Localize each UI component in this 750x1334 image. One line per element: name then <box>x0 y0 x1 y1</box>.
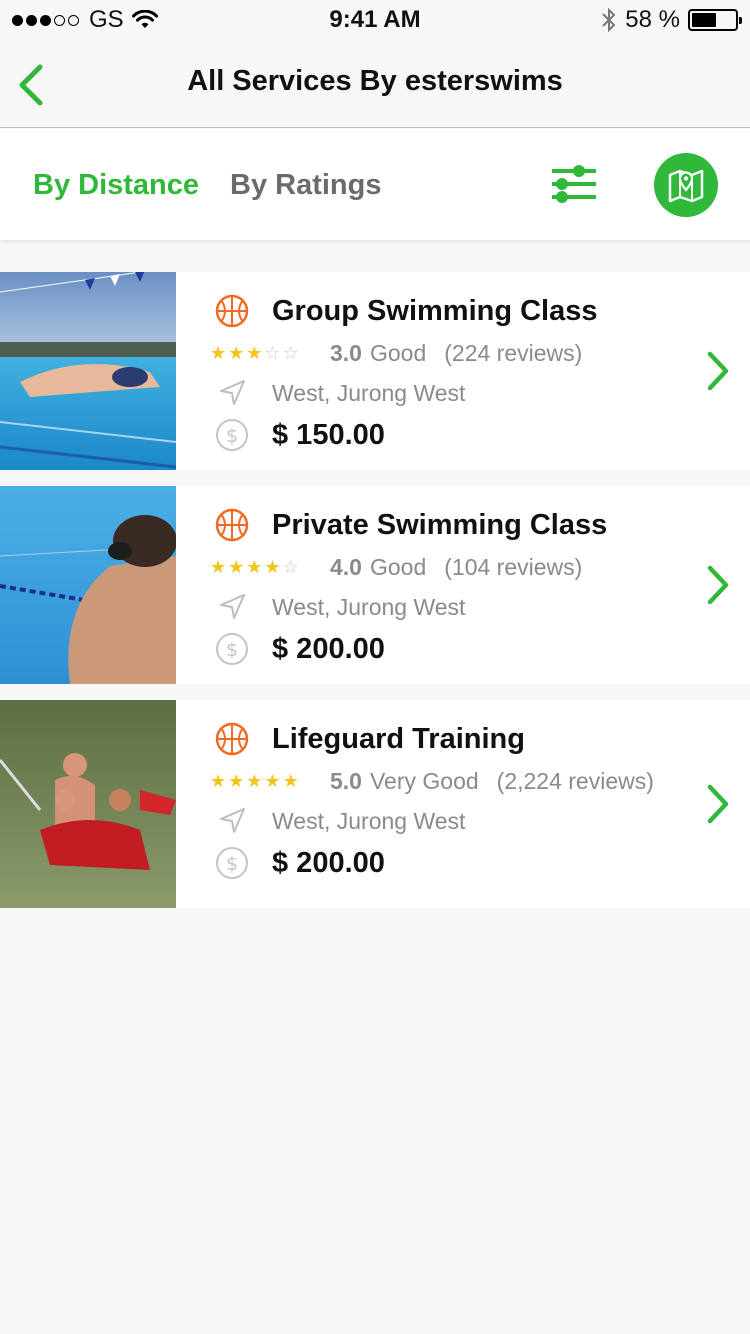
service-price-row: $ $ 200.00 <box>210 846 385 880</box>
star-rating: ★★★★☆ <box>210 557 312 578</box>
chevron-right-icon[interactable] <box>702 782 732 826</box>
status-bar: GS 9:41 AM 58 % <box>0 0 750 40</box>
service-price: $ 200.00 <box>272 632 385 665</box>
chevron-right-icon[interactable] <box>702 563 732 607</box>
service-location-row: West, Jurong West <box>210 592 465 622</box>
service-title-row: Lifeguard Training <box>210 722 525 756</box>
service-card[interactable]: Private Swimming Class ★★★★☆ 4.0 Good (1… <box>0 486 750 684</box>
service-title-row: Private Swimming Class <box>210 508 607 542</box>
service-location-row: West, Jurong West <box>210 378 465 408</box>
star-filled-icon: ★ <box>246 771 265 791</box>
map-pin-icon <box>668 169 704 203</box>
basketball-icon <box>215 508 249 542</box>
service-price-row: $ $ 200.00 <box>210 632 385 666</box>
service-rating-row: ★★★★★ 5.0 Very Good (2,224 reviews) <box>210 768 654 795</box>
dollar-icon: $ <box>216 847 248 879</box>
service-list: Group Swimming Class ★★★☆☆ 3.0 Good (224… <box>0 272 750 924</box>
service-location: West, Jurong West <box>272 807 466 834</box>
battery-icon <box>688 9 742 31</box>
location-arrow-icon <box>220 380 245 405</box>
service-title-row: Group Swimming Class <box>210 294 598 328</box>
star-filled-icon: ★ <box>228 343 247 363</box>
service-price-row: $ $ 150.00 <box>210 418 385 452</box>
star-empty-icon: ☆ <box>264 343 283 363</box>
rating-score: 5.0 <box>330 768 362 794</box>
svg-text:$: $ <box>226 639 238 661</box>
star-filled-icon: ★ <box>228 771 247 791</box>
tab-by-distance[interactable]: By Distance <box>33 169 199 202</box>
star-rating: ★★★★★ <box>210 771 312 792</box>
service-price: $ 200.00 <box>272 846 385 879</box>
rating-score: 3.0 <box>330 340 362 366</box>
service-location: West, Jurong West <box>272 593 466 620</box>
star-filled-icon: ★ <box>210 771 229 791</box>
service-location: West, Jurong West <box>272 379 466 406</box>
star-filled-icon: ★ <box>264 771 283 791</box>
star-empty-icon: ☆ <box>282 557 301 577</box>
star-filled-icon: ★ <box>228 557 247 577</box>
map-view-button[interactable] <box>654 153 718 217</box>
service-card[interactable]: Lifeguard Training ★★★★★ 5.0 Very Good (… <box>0 700 750 908</box>
rating-score: 4.0 <box>330 554 362 580</box>
service-thumbnail <box>0 486 176 684</box>
star-filled-icon: ★ <box>210 343 229 363</box>
navigation-bar: All Services By esterswims <box>0 40 750 128</box>
service-rating-row: ★★★★☆ 4.0 Good (104 reviews) <box>210 554 582 581</box>
service-title: Private Swimming Class <box>272 508 608 541</box>
basketball-icon <box>215 294 249 328</box>
rating-quality: Good <box>369 340 427 366</box>
tab-by-ratings[interactable]: By Ratings <box>230 169 381 202</box>
rating-quality: Good <box>369 554 427 580</box>
star-filled-icon: ★ <box>264 557 283 577</box>
bluetooth-icon <box>602 7 616 33</box>
svg-text:$: $ <box>226 853 238 875</box>
service-title: Lifeguard Training <box>272 722 525 755</box>
review-count: (224 reviews) <box>444 340 583 366</box>
svg-text:$: $ <box>226 425 238 447</box>
basketball-icon <box>215 722 249 756</box>
filter-sliders-icon[interactable] <box>549 163 599 205</box>
review-count: (104 reviews) <box>444 554 583 580</box>
review-count: (2,224 reviews) <box>496 768 654 794</box>
dollar-icon: $ <box>216 419 248 451</box>
star-filled-icon: ★ <box>246 557 265 577</box>
sort-tab-bar: By Distance By Ratings <box>0 129 750 240</box>
service-location-row: West, Jurong West <box>210 806 465 836</box>
location-arrow-icon <box>220 808 245 833</box>
service-title: Group Swimming Class <box>272 294 598 327</box>
star-rating: ★★★☆☆ <box>210 343 312 364</box>
rating-quality: Very Good <box>369 768 479 794</box>
service-thumbnail <box>0 272 176 470</box>
star-filled-icon: ★ <box>282 771 301 791</box>
battery-percent: 58 % <box>625 6 680 33</box>
star-empty-icon: ☆ <box>282 343 301 363</box>
star-filled-icon: ★ <box>210 557 229 577</box>
service-thumbnail <box>0 700 176 908</box>
location-arrow-icon <box>220 594 245 619</box>
service-price: $ 150.00 <box>272 418 385 451</box>
dollar-icon: $ <box>216 633 248 665</box>
status-right: 58 % <box>601 6 742 34</box>
service-card[interactable]: Group Swimming Class ★★★☆☆ 3.0 Good (224… <box>0 272 750 470</box>
service-rating-row: ★★★☆☆ 3.0 Good (224 reviews) <box>210 340 582 367</box>
star-filled-icon: ★ <box>246 343 265 363</box>
page-title: All Services By esterswims <box>187 65 563 97</box>
chevron-right-icon[interactable] <box>702 349 732 393</box>
